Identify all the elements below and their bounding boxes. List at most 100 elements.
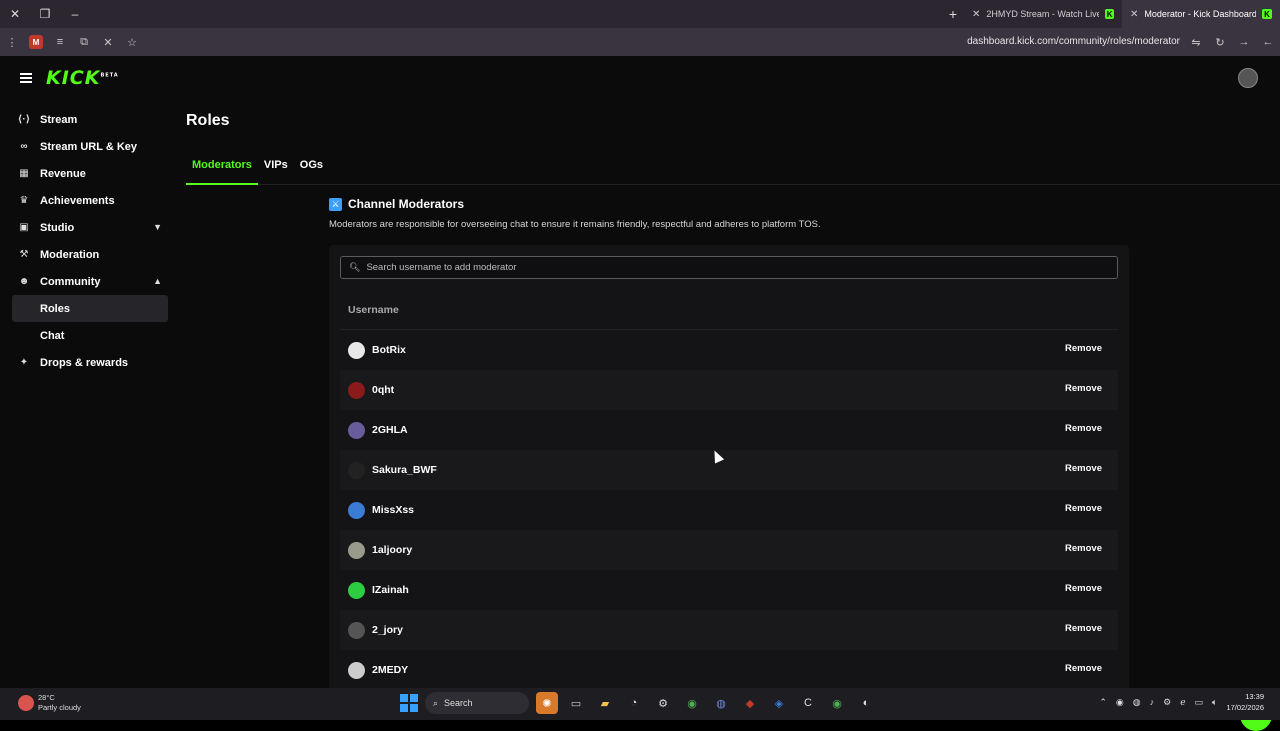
sidebar-item-label: Stream (40, 113, 78, 126)
sidebar-item-achievements[interactable]: ♛ Achievements (12, 187, 168, 214)
username[interactable]: Sakura_BWF (372, 464, 437, 476)
app-icon[interactable]: ◔ (623, 692, 645, 714)
speaker-icon[interactable]: 🔈︎ (1212, 697, 1217, 708)
forward-icon[interactable]: → (1232, 28, 1256, 56)
remove-button[interactable]: Remove (1065, 543, 1102, 554)
username[interactable]: 0qht (372, 384, 394, 396)
extension-icon[interactable]: M (24, 28, 48, 56)
remove-button[interactable]: Remove (1065, 583, 1102, 594)
clock[interactable]: 13:39 17/02/2026 (1226, 691, 1264, 713)
chevron-up-icon[interactable]: ⌃ (1099, 697, 1107, 708)
minimize-window-icon[interactable]: – (60, 0, 90, 28)
star-icon[interactable]: ☆ (120, 28, 144, 56)
chrome-icon[interactable]: ◉ (681, 692, 703, 714)
username[interactable]: BotRix (372, 344, 406, 356)
new-tab-button[interactable]: + (942, 6, 964, 22)
tab-vips[interactable]: VIPs (258, 159, 294, 185)
sidebar-item-stream-url-key[interactable]: ∞ Stream URL & Key (12, 133, 168, 160)
site-settings-icon[interactable]: ⇋ (1184, 28, 1208, 56)
windows-start-icon[interactable] (400, 694, 418, 712)
playlist-icon[interactable]: ≡ (48, 28, 72, 56)
taskbar-search[interactable]: ⌕ Search (425, 692, 529, 714)
chevron-down-icon[interactable]: ▼ (153, 222, 162, 232)
file-explorer-icon[interactable]: ▰ (594, 692, 616, 714)
sidebar-item-label: Moderation (40, 248, 100, 261)
sidebar-item-stream[interactable]: ⟨·⟩ Stream (12, 106, 168, 133)
avatar (348, 381, 365, 399)
username[interactable]: 1aljoory (372, 544, 412, 556)
restore-window-icon[interactable]: ❐ (30, 0, 60, 28)
sidebar-item-label: Chat (40, 329, 65, 342)
user-avatar[interactable] (1238, 68, 1258, 88)
remove-button[interactable]: Remove (1065, 383, 1102, 394)
close-window-icon[interactable]: ✕ (0, 0, 30, 28)
chrome-icon[interactable]: ◉ (826, 692, 848, 714)
sidebar-item-roles[interactable]: Roles (12, 295, 168, 322)
app-icon[interactable]: ◆ (739, 692, 761, 714)
username[interactable]: MissXss (372, 504, 414, 516)
tray-icon[interactable]: ◍ (1133, 697, 1141, 708)
table-row: Sakura_BWF Remove (340, 450, 1118, 490)
remove-button[interactable]: Remove (1065, 343, 1102, 354)
monitor-icon[interactable]: ▭ (1195, 697, 1204, 708)
settings-icon[interactable]: ⚙ (652, 692, 674, 714)
username[interactable]: 2_jory (372, 624, 403, 636)
app-icon[interactable]: C (797, 692, 819, 714)
weather-widget[interactable]: 28°C Partly cloudy (18, 693, 81, 713)
table-row: IZainah Remove (340, 570, 1118, 610)
remove-button[interactable]: Remove (1065, 663, 1102, 674)
microphone-icon[interactable]: ♪ (1150, 697, 1155, 707)
remove-button[interactable]: Remove (1065, 503, 1102, 514)
back-icon[interactable]: ← (1256, 28, 1280, 56)
url-field[interactable]: dashboard.kick.com/community/roles/moder… (967, 36, 1180, 47)
username[interactable]: IZainah (372, 584, 409, 596)
column-header-username: Username (348, 304, 399, 316)
mute-icon[interactable]: ✕ (96, 28, 120, 56)
tray-icon[interactable]: ◉ (1116, 697, 1124, 708)
browser-tab-stream[interactable]: ✕ 2HMYD Stream - Watch Live on K (964, 0, 1122, 28)
username[interactable]: 2MEDY (372, 664, 408, 676)
moderators-section: ⚔ Channel Moderators Moderators are resp… (329, 197, 1129, 230)
sidebar-item-studio[interactable]: ▣ Studio ▼ (12, 214, 168, 241)
kick-logo[interactable]: KICKBETA (46, 67, 119, 89)
sidebar-item-revenue[interactable]: ▦ Revenue (12, 160, 168, 187)
chevron-up-icon[interactable]: ▲ (153, 276, 162, 286)
discord-icon[interactable]: ◍ (710, 692, 732, 714)
search-input[interactable] (366, 262, 1067, 273)
kick-favicon-icon: K (1105, 9, 1114, 19)
avatar (348, 501, 365, 519)
steam-icon[interactable]: ◐ (855, 692, 877, 714)
sidebar-item-label: Roles (40, 302, 70, 315)
remove-button[interactable]: Remove (1065, 463, 1102, 474)
task-view-icon[interactable]: ▭ (565, 692, 587, 714)
moderators-card: 🔍︎ Username BotRix Remove 0qht Remove 2GHLA R… (329, 245, 1129, 695)
sidebar-item-label: Community (40, 275, 101, 288)
sidebar-item-community[interactable]: ☻ Community ▲ (12, 268, 168, 295)
moderator-list: BotRix Remove 0qht Remove 2GHLA Remove Sakura_… (340, 330, 1118, 690)
reload-icon[interactable]: ↻ (1208, 28, 1232, 56)
tray-icon[interactable]: ℯ (1180, 697, 1185, 708)
menu-dots-icon[interactable]: ⋮ (0, 28, 24, 56)
remove-button[interactable]: Remove (1065, 423, 1102, 434)
studio-icon: ▣ (19, 222, 29, 233)
sidebar-item-label: Drops & rewards (40, 356, 129, 369)
remove-button[interactable]: Remove (1065, 623, 1102, 634)
sidebar-item-label: Studio (40, 221, 75, 234)
username[interactable]: 2GHLA (372, 424, 408, 436)
tab-ogs[interactable]: OGs (294, 159, 329, 185)
close-icon[interactable]: ✕ (972, 9, 980, 20)
sidebar-item-drops-rewards[interactable]: ✦ Drops & rewards (12, 349, 168, 376)
section-header: ⚔ Channel Moderators (329, 197, 1129, 211)
close-icon[interactable]: ✕ (1130, 9, 1138, 20)
share-icon[interactable]: ⧉ (72, 28, 96, 56)
browser-tab-moderator[interactable]: ✕ Moderator - Kick Dashboard K (1122, 0, 1280, 28)
sidebar-item-chat[interactable]: Chat (12, 322, 168, 349)
app-icon[interactable]: ◈ (768, 692, 790, 714)
page-title: Roles (186, 112, 230, 129)
avatar (348, 461, 365, 479)
tab-moderators[interactable]: Moderators (186, 159, 258, 185)
sidebar-item-moderation[interactable]: ⚒ Moderation (12, 241, 168, 268)
hamburger-menu-icon[interactable] (20, 73, 32, 83)
tray-icon[interactable]: ⚙ (1163, 697, 1171, 708)
copilot-icon[interactable]: ✺ (536, 692, 558, 714)
